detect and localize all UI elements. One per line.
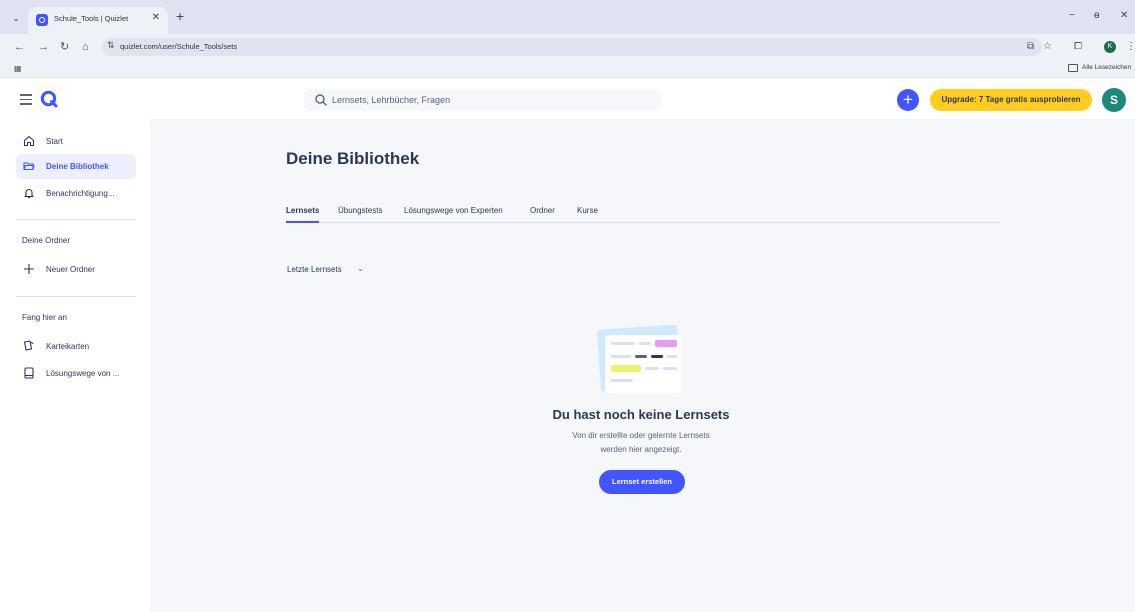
- sidebar-item-label: Lösungswege von ...: [46, 369, 120, 378]
- empty-state-title: Du hast noch keine Lernsets: [552, 407, 730, 422]
- folder-open-icon: [23, 162, 35, 171]
- search-icon: [315, 94, 327, 106]
- empty-sets-illustration: [597, 325, 681, 393]
- tab-ordner[interactable]: Ordner: [530, 206, 555, 215]
- extensions-icon[interactable]: ⧠: [1074, 40, 1082, 54]
- active-tab-indicator: [286, 221, 319, 223]
- sidebar: Start Deine Bibliothek Benachrichtigung.…: [0, 119, 150, 612]
- sidebar-item-solutions[interactable]: Lösungswege von ...: [16, 361, 136, 386]
- plus-icon: [24, 264, 34, 274]
- sidebar-item-label: Deine Bibliothek: [46, 162, 109, 171]
- sidebar-divider: [16, 219, 136, 220]
- tab-title: Schule_Tools | Quizlet: [54, 14, 129, 23]
- folder-icon: [1068, 64, 1078, 72]
- browser-profile-avatar[interactable]: K: [1104, 41, 1116, 53]
- flashcards-icon: [23, 340, 34, 351]
- home-icon: [23, 135, 35, 147]
- site-header: + Upgrade: 7 Tage gratis ausprobieren S: [0, 79, 1135, 119]
- back-icon[interactable]: ←: [14, 40, 25, 54]
- bookmarks-bar: ▦ Alle Lesezeichen: [0, 60, 1135, 78]
- home-button-icon[interactable]: ⌂: [82, 40, 89, 54]
- search-box[interactable]: [304, 89, 661, 111]
- book-icon: [24, 367, 34, 379]
- bell-icon: [24, 189, 34, 199]
- browser-menu-icon[interactable]: ⋮: [1126, 40, 1135, 54]
- new-folder-label: Neuer Ordner: [46, 265, 95, 274]
- sidebar-item-start[interactable]: Start: [16, 129, 136, 154]
- upgrade-button[interactable]: Upgrade: 7 Tage gratis ausprobieren: [930, 89, 1092, 111]
- reload-icon[interactable]: ↻: [60, 40, 69, 54]
- library-tabs: Lernsets Übungstests Lösungswege von Exp…: [286, 206, 1000, 223]
- site-settings-icon[interactable]: ⇅: [107, 40, 115, 51]
- all-bookmarks-link[interactable]: Alle Lesezeichen: [1082, 64, 1131, 71]
- minimize-button[interactable]: −: [1069, 10, 1075, 21]
- bookmark-star-icon[interactable]: ☆: [1043, 40, 1052, 54]
- apps-grid-icon[interactable]: ▦: [14, 64, 22, 73]
- restore-button[interactable]: ɵ: [1094, 10, 1100, 21]
- main-content: Deine Bibliothek Lernsets Übungstests Lö…: [150, 119, 1135, 612]
- install-app-icon[interactable]: ⧉: [1027, 40, 1034, 54]
- new-folder-button[interactable]: Neuer Ordner: [16, 257, 136, 282]
- chevron-down-icon[interactable]: ⌄: [357, 264, 364, 273]
- create-set-button[interactable]: Lernset erstellen: [599, 470, 685, 494]
- sidebar-item-library[interactable]: Deine Bibliothek: [16, 154, 136, 179]
- create-plus-button[interactable]: +: [897, 89, 919, 111]
- tab-search-button[interactable]: ⌄: [8, 10, 24, 26]
- tab-lernsets[interactable]: Lernsets: [286, 206, 319, 215]
- start-here-heading: Fang hier an: [22, 313, 67, 322]
- sidebar-divider: [16, 296, 136, 297]
- sidebar-item-label: Benachrichtigung...: [46, 189, 115, 198]
- sidebar-item-label: Start: [46, 137, 63, 146]
- empty-state-text-line1: Von dir erstellte oder gelernte Lernsets: [572, 431, 710, 440]
- browser-tab[interactable]: Schule_Tools | Quizlet ✕: [28, 7, 168, 34]
- quizlet-favicon-icon: [36, 14, 48, 26]
- hamburger-menu-icon[interactable]: [20, 94, 32, 105]
- tab-loesungswege[interactable]: Lösungswege von Experten: [404, 206, 503, 215]
- tab-close-button[interactable]: ✕: [152, 12, 160, 23]
- forward-icon[interactable]: →: [38, 40, 49, 54]
- user-avatar[interactable]: S: [1102, 88, 1126, 112]
- url-text: quizlet.com/user/Schule_Tools/sets: [120, 42, 238, 51]
- address-bar-row: ← → ↻ ⌂ ⇅ quizlet.com/user/Schule_Tools/…: [0, 34, 1135, 60]
- tab-kurse[interactable]: Kurse: [577, 206, 598, 215]
- url-bar[interactable]: ⇅ quizlet.com/user/Schule_Tools/sets: [102, 38, 1042, 56]
- sidebar-item-label: Karteikarten: [46, 342, 90, 351]
- sidebar-item-notifications[interactable]: Benachrichtigung...: [16, 181, 136, 206]
- folders-heading: Deine Ordner: [22, 236, 71, 245]
- window-close-button[interactable]: ✕: [1120, 10, 1128, 21]
- search-input[interactable]: [332, 89, 652, 111]
- browser-tab-bar: ⌄ Schule_Tools | Quizlet ✕ + − ɵ ✕: [0, 0, 1135, 34]
- sort-filter-dropdown[interactable]: Letzte Lernsets: [287, 265, 342, 274]
- tab-uebungstests[interactable]: Übungstests: [338, 206, 382, 215]
- sidebar-item-flashcards[interactable]: Karteikarten: [16, 334, 136, 359]
- new-tab-button[interactable]: +: [176, 9, 184, 23]
- quizlet-logo-icon[interactable]: [39, 89, 59, 109]
- empty-state-text-line2: werden hier angezeigt.: [600, 445, 682, 454]
- page-title: Deine Bibliothek: [286, 149, 420, 168]
